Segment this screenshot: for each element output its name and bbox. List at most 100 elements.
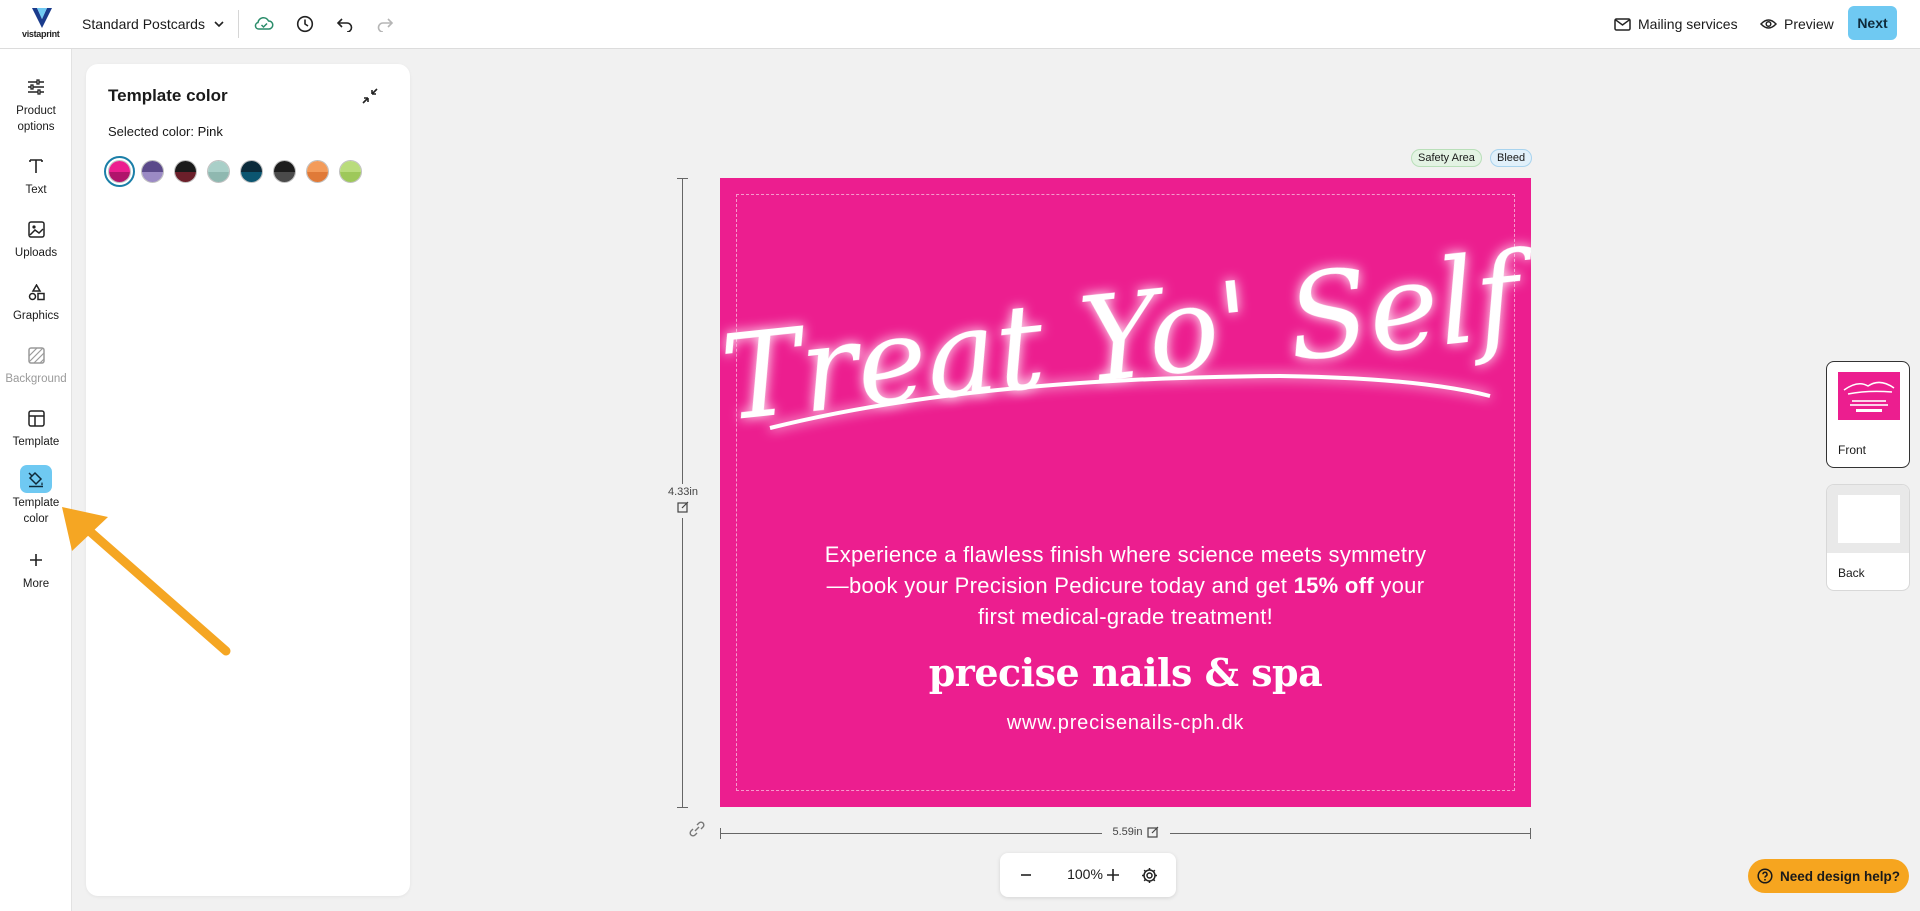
swatch-top xyxy=(175,161,196,172)
next-button[interactable]: Next xyxy=(1848,6,1897,40)
front-label: Front xyxy=(1838,443,1867,457)
product-name: Standard Postcards xyxy=(82,16,205,32)
selected-color-line: Selected color: Pink xyxy=(108,124,223,139)
swatch-top xyxy=(142,161,163,172)
back-thumbnail xyxy=(1838,495,1900,543)
dimension-cap xyxy=(677,807,688,808)
left-tool-rail: Product options Text Uploads Graphics Ba… xyxy=(0,49,72,911)
toolbar-divider xyxy=(238,10,239,38)
rail-item-text[interactable]: Text xyxy=(0,152,72,198)
swatch-bottom xyxy=(340,171,361,182)
question-icon xyxy=(1757,868,1773,884)
promo-body-text[interactable]: Experience a flawless finish where scien… xyxy=(820,539,1431,632)
dimension-cap xyxy=(720,828,721,839)
color-swatch-pink[interactable] xyxy=(104,156,135,187)
page-thumb-back[interactable]: Back xyxy=(1826,484,1910,591)
height-value: 4.33in xyxy=(668,486,698,498)
edit-icon xyxy=(677,501,689,513)
zoom-out-icon[interactable] xyxy=(1014,863,1038,887)
text-icon xyxy=(20,152,52,180)
bleed-badge[interactable]: Bleed xyxy=(1490,149,1533,167)
collapse-icon[interactable] xyxy=(360,86,380,106)
selected-color-value: Pink xyxy=(197,124,223,139)
swatch-top xyxy=(208,161,229,172)
rail-item-background[interactable]: Background xyxy=(0,341,72,387)
swatch-bottom xyxy=(142,171,163,182)
swatch-bottom xyxy=(175,171,196,182)
front-thumbnail xyxy=(1838,372,1900,420)
rail-label: Background xyxy=(5,373,67,385)
product-name-dropdown[interactable]: Standard Postcards xyxy=(82,13,225,35)
swatch-top xyxy=(241,161,262,172)
rail-item-product-options[interactable]: Product options xyxy=(0,73,72,135)
rail-label: Text xyxy=(25,184,47,196)
swatch-top xyxy=(307,161,328,172)
dimension-cap xyxy=(1530,828,1531,839)
logo-text: vistaprint xyxy=(22,29,60,39)
back-label: Back xyxy=(1838,566,1865,580)
need-design-help-button[interactable]: Need design help? xyxy=(1748,859,1909,893)
color-swatch-orange[interactable] xyxy=(306,160,329,183)
rail-label: More xyxy=(22,578,50,590)
cloud-saved-icon[interactable] xyxy=(253,13,275,35)
color-swatch-purple[interactable] xyxy=(141,160,164,183)
swatch-top xyxy=(274,161,295,172)
template-icon xyxy=(20,404,52,432)
paint-bucket-icon xyxy=(20,465,52,493)
preview-button[interactable]: Preview xyxy=(1760,12,1834,36)
mailing-services-button[interactable]: Mailing services xyxy=(1614,12,1738,36)
zoom-in-icon[interactable] xyxy=(1101,863,1125,887)
width-value: 5.59in xyxy=(1112,826,1143,838)
swatch-bottom xyxy=(241,171,262,182)
height-dimension-label[interactable]: 4.33in xyxy=(664,484,702,518)
rail-label: Template xyxy=(12,436,60,448)
brand-name-text[interactable]: precise nails & spa xyxy=(720,650,1531,695)
swatch-top xyxy=(340,161,361,172)
postcard-canvas[interactable]: Treat Yo' Self Experience a flawless fin… xyxy=(720,178,1531,807)
safety-area-badge[interactable]: Safety Area xyxy=(1411,149,1482,167)
sliders-icon xyxy=(20,73,52,101)
image-icon xyxy=(20,215,52,243)
panel-title: Template color xyxy=(108,86,228,105)
color-swatch-charcoal[interactable] xyxy=(273,160,296,183)
page-thumb-front[interactable]: Front xyxy=(1826,361,1910,468)
swatch-top xyxy=(109,161,130,172)
rail-label: Template color xyxy=(12,497,60,525)
gear-icon[interactable] xyxy=(1137,863,1161,887)
headline-text: Treat Yo' Self xyxy=(720,228,1531,448)
color-swatch-black-red[interactable] xyxy=(174,160,197,183)
rail-item-uploads[interactable]: Uploads xyxy=(0,215,72,261)
rail-item-graphics[interactable]: Graphics xyxy=(0,278,72,324)
rail-label: Uploads xyxy=(14,247,58,259)
rail-label: Graphics xyxy=(12,310,60,322)
link-aspect-icon[interactable] xyxy=(688,820,706,838)
redo-icon[interactable] xyxy=(374,13,396,35)
width-dimension-label[interactable]: 5.59in xyxy=(1102,826,1170,838)
rail-label: Product options xyxy=(16,105,56,133)
color-swatch-lime[interactable] xyxy=(339,160,362,183)
discount-highlight: 15% off xyxy=(1293,573,1374,598)
rail-item-template[interactable]: Template xyxy=(0,404,72,450)
template-color-panel: Template color Selected color: Pink xyxy=(86,64,410,896)
color-swatch-navy[interactable] xyxy=(240,160,263,183)
top-bar: vistaprint Standard Postcards Mailing se… xyxy=(0,0,1920,49)
help-label: Need design help? xyxy=(1779,868,1901,884)
history-icon[interactable] xyxy=(294,13,316,35)
envelope-icon xyxy=(1614,17,1631,31)
selected-color-prefix: Selected color: xyxy=(108,124,198,139)
undo-icon[interactable] xyxy=(334,13,356,35)
annotation-arrow xyxy=(62,507,231,656)
chevron-down-icon xyxy=(214,21,224,28)
dimension-cap xyxy=(677,178,688,179)
mailing-services-label: Mailing services xyxy=(1638,16,1738,32)
plus-icon xyxy=(20,546,52,574)
zoom-control: 100% xyxy=(1000,853,1176,897)
eye-icon xyxy=(1760,19,1777,29)
edit-icon xyxy=(1147,826,1159,838)
preview-label: Preview xyxy=(1784,16,1834,32)
headline-script[interactable]: Treat Yo' Self xyxy=(720,228,1531,468)
website-url-text[interactable]: www.precisenails-cph.dk xyxy=(720,712,1531,735)
color-swatch-sage[interactable] xyxy=(207,160,230,183)
swatch-bottom xyxy=(109,171,130,182)
swatch-bottom xyxy=(274,171,295,182)
